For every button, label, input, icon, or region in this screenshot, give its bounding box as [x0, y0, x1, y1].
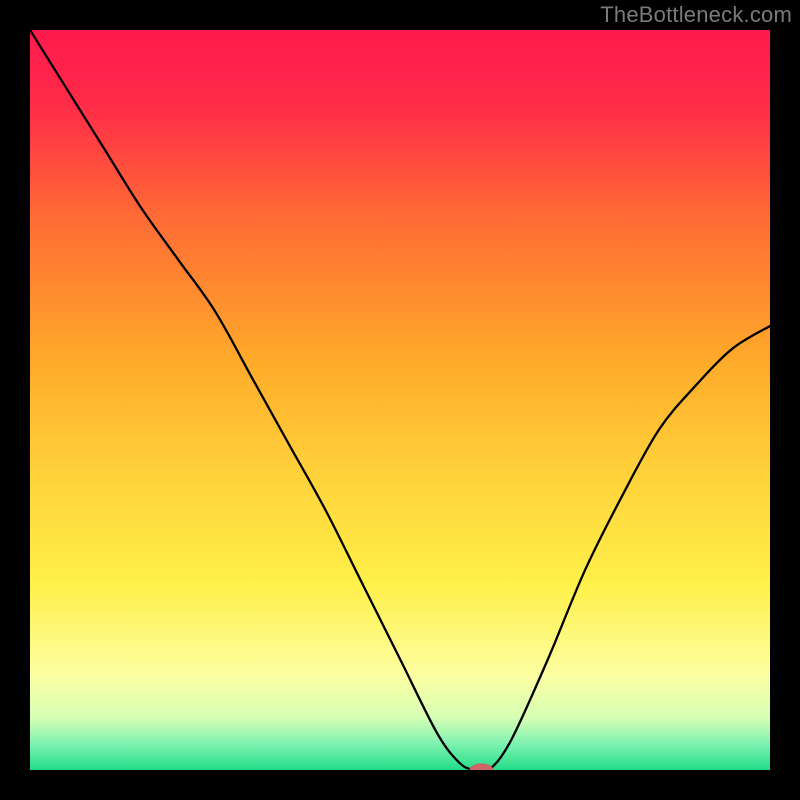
chart-frame: TheBottleneck.com [0, 0, 800, 800]
plot-svg [30, 30, 770, 770]
plot-area [30, 30, 770, 770]
watermark-text: TheBottleneck.com [600, 2, 792, 28]
